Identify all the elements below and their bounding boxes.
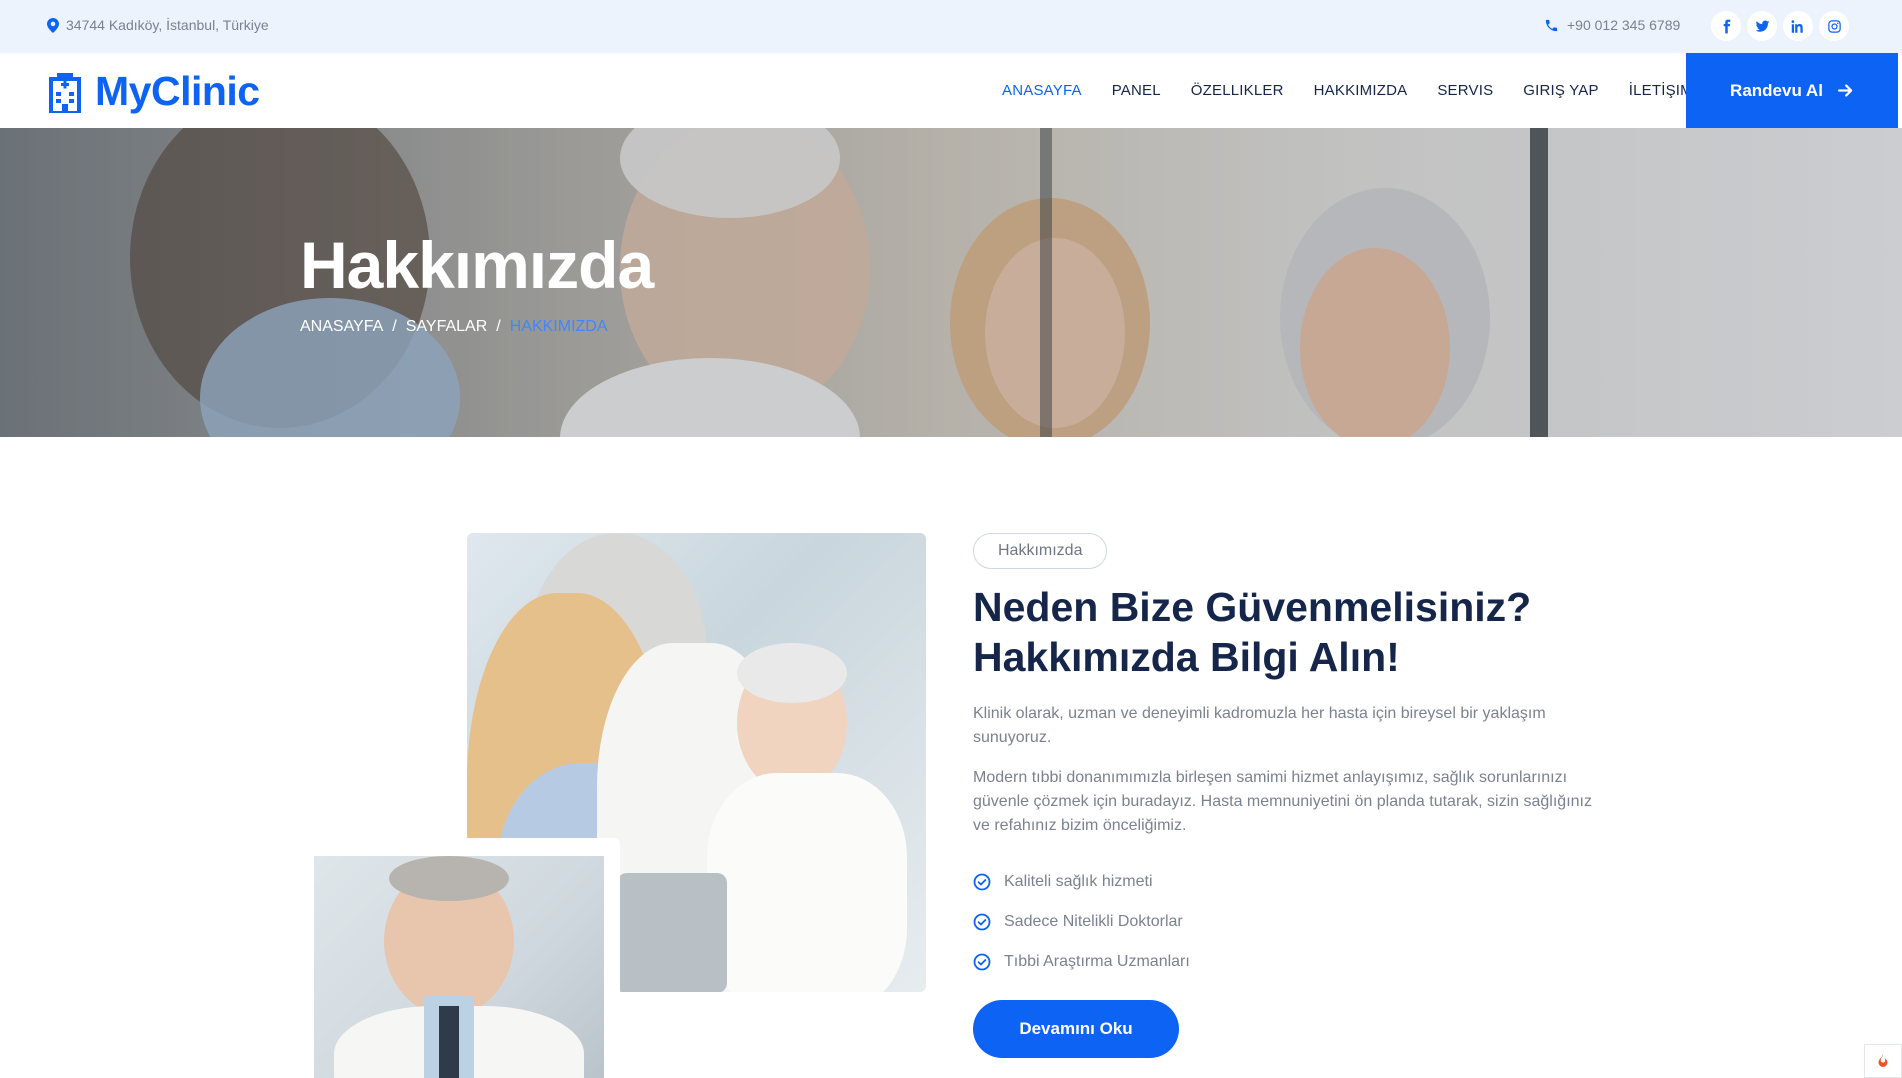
- page-title: Hakkımızda: [300, 228, 654, 302]
- nav-item-1[interactable]: ANASAYFA: [1002, 82, 1082, 99]
- list-item: Sadece Nitelikli Doktorlar: [973, 902, 1190, 942]
- brand-name: MyClinic: [95, 68, 260, 114]
- map-pin-icon: [47, 17, 59, 33]
- social-links: [1711, 11, 1849, 41]
- hospital-icon: [49, 72, 81, 113]
- appointment-button-label: Randevu Al: [1730, 80, 1823, 100]
- brand-logo[interactable]: MyClinic: [47, 68, 260, 115]
- breadcrumb-pages[interactable]: SAYFALAR: [406, 318, 488, 336]
- check-circle-icon: [973, 913, 991, 931]
- address-text: 34744 Kadıköy, İstanbul, Türkiye: [66, 17, 269, 33]
- nav-item-5[interactable]: SERVIS: [1437, 82, 1493, 99]
- main-nav: ANASAYFA PANEL ÖZELLIKLER HAKKIMIZDA SERVIS G…: [1002, 53, 1723, 128]
- appointment-button[interactable]: Randevu Al: [1686, 53, 1898, 128]
- check-circle-icon: [973, 873, 991, 891]
- instagram-icon[interactable]: [1819, 11, 1849, 41]
- phone-text: +90 012 345 6789: [1567, 17, 1681, 33]
- arrow-right-icon: [1837, 84, 1853, 97]
- facebook-icon[interactable]: [1711, 11, 1741, 41]
- breadcrumb-current: HAKKIMIZDA: [509, 318, 608, 335]
- breadcrumb-separator: /: [392, 318, 397, 335]
- phone-icon: [1545, 19, 1558, 31]
- nav-item-2[interactable]: PANEL: [1112, 82, 1161, 99]
- breadcrumb-home[interactable]: ANASAYFA: [300, 318, 383, 336]
- check-circle-icon: [973, 953, 991, 971]
- heading-line-1: Neden Bize Güvenmelisiniz?: [973, 584, 1532, 630]
- address: 34744 Kadıköy, İstanbul, Türkiye: [47, 17, 269, 33]
- intro-paragraph: Klinik olarak, uzman ve deneyimli kadrom…: [973, 705, 1546, 746]
- phone[interactable]: +90 012 345 6789: [1544, 17, 1680, 33]
- list-item: Kaliteli sağlık hizmeti: [973, 862, 1190, 902]
- list-item-label: Sadece Nitelikli Doktorlar: [1004, 913, 1183, 930]
- feature-checklist: Kaliteli sağlık hizmeti Sadece Nitelikli…: [973, 862, 1190, 982]
- breadcrumb-separator: /: [496, 318, 501, 335]
- heading-line-2: Hakkımızda Bilgi Alın!: [973, 634, 1400, 680]
- top-bar: 34744 Kadıköy, İstanbul, Türkiye +90 012…: [0, 0, 1902, 53]
- linkedin-icon[interactable]: [1783, 11, 1813, 41]
- list-item-label: Tıbbi Araştırma Uzmanları: [1004, 953, 1190, 970]
- breadcrumb: ANASAYFA / SAYFALAR / HAKKIMIZDA: [300, 318, 608, 336]
- section-heading: Neden Bize Güvenmelisiniz? Hakkımızda Bi…: [973, 582, 1593, 682]
- nav-item-4[interactable]: HAKKIMIZDA: [1314, 82, 1408, 99]
- nav-item-3[interactable]: ÖZELLIKLER: [1191, 82, 1284, 99]
- page-header-hero: Hakkımızda ANASAYFA / SAYFALAR / HAKKIMI…: [0, 128, 1902, 437]
- detail-paragraph: Modern tıbbi donanımımızla birleşen sami…: [973, 769, 1592, 834]
- section-tag: Hakkımızda: [973, 533, 1108, 569]
- twitter-icon[interactable]: [1747, 11, 1777, 41]
- nav-item-6[interactable]: GIRIŞ YAP: [1523, 82, 1598, 99]
- list-item: Tıbbi Araştırma Uzmanları: [973, 942, 1190, 982]
- navbar: MyClinic ANASAYFA PANEL ÖZELLIKLER HAKKIMIZ…: [0, 53, 1902, 128]
- doctor-portrait-image: [314, 856, 604, 1078]
- nav-item-7[interactable]: İLETİŞIM: [1629, 82, 1693, 99]
- read-more-button[interactable]: Devamını Oku: [973, 1000, 1179, 1058]
- flame-icon[interactable]: [1864, 1044, 1902, 1078]
- list-item-label: Kaliteli sağlık hizmeti: [1004, 873, 1153, 890]
